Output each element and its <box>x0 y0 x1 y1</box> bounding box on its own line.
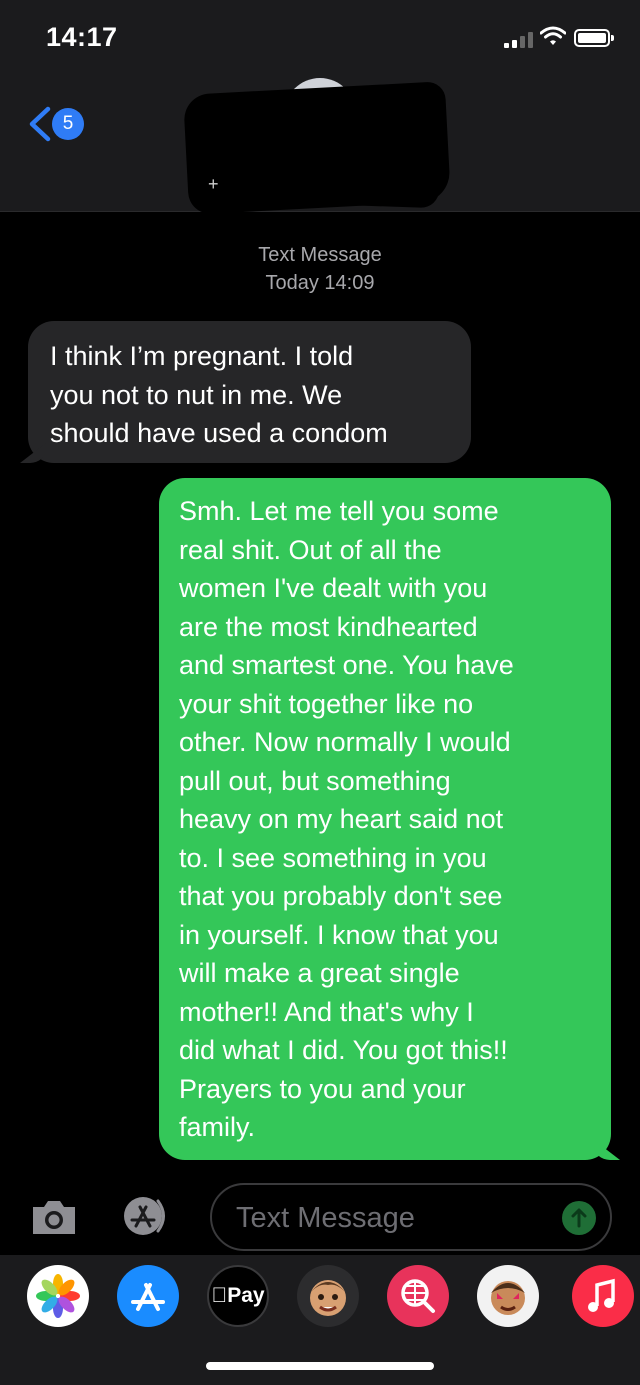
app-store-button[interactable] <box>119 1195 179 1237</box>
message-input-placeholder: Text Message <box>236 1202 415 1234</box>
outgoing-message-text: Smh. Let me tell you some real shit. Out… <box>179 496 514 1142</box>
applepay-label: Pay <box>211 1284 264 1308</box>
unread-count-badge[interactable]: 5 <box>52 108 84 140</box>
message-timestamp: Today 14:09 <box>265 272 375 294</box>
battery-icon <box>574 29 614 47</box>
appstore-icon[interactable] <box>117 1265 179 1327</box>
animoji-icon[interactable] <box>477 1265 539 1327</box>
back-chevron-icon[interactable] <box>26 106 54 142</box>
outgoing-message-bubble[interactable]: Smh. Let me tell you some real shit. Out… <box>159 478 611 1160</box>
memoji-icon[interactable] <box>297 1265 359 1327</box>
message-input[interactable]: Text Message <box>210 1183 612 1251</box>
applepay-icon[interactable]: Pay <box>207 1265 269 1327</box>
service-label: Text Message <box>258 244 382 266</box>
cellular-signal-icon <box>504 32 534 48</box>
app-drawer: Pay <box>0 1255 640 1385</box>
redaction-scribble-fill <box>190 121 442 209</box>
send-button[interactable] <box>562 1201 596 1235</box>
camera-icon[interactable] <box>30 1198 78 1236</box>
wifi-icon <box>540 26 566 45</box>
contact-name-fragment: + <box>208 174 219 194</box>
web-search-icon[interactable] <box>387 1265 449 1327</box>
composer-bar: Text Message <box>0 1183 640 1253</box>
conversation-header: 5 + <box>0 78 640 215</box>
incoming-message-bubble[interactable]: I think I’m pregnant. I told you not to … <box>28 321 471 463</box>
status-time: 14:17 <box>46 22 118 52</box>
music-icon[interactable] <box>572 1265 634 1327</box>
applepay-text: Pay <box>219 1284 264 1307</box>
incoming-message-text: I think I’m pregnant. I told you not to … <box>50 341 388 448</box>
photos-icon[interactable] <box>27 1265 89 1327</box>
send-arrow-icon <box>571 1208 587 1228</box>
home-indicator[interactable] <box>206 1362 434 1370</box>
status-bar: 14:17 <box>0 0 640 78</box>
